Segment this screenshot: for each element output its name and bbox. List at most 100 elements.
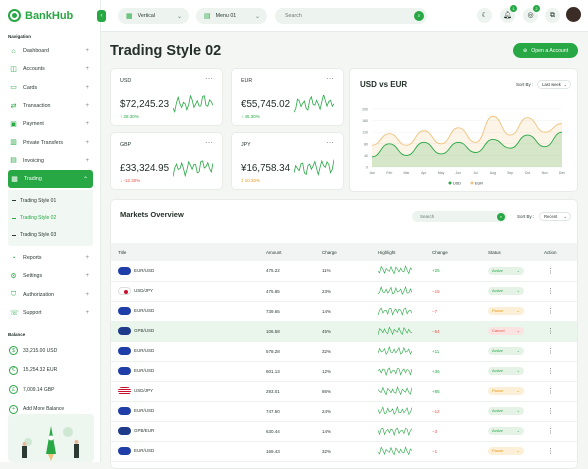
markets-search-input[interactable]: Search ⌕ — [412, 211, 507, 222]
flag-eu-icon — [118, 367, 131, 375]
search-icon[interactable]: ⌕ — [497, 212, 505, 221]
x-tick-label: Jun — [456, 171, 462, 175]
row-actions-icon[interactable]: ⋮ — [537, 281, 577, 301]
sidebar-item-label: Support — [23, 310, 42, 317]
message-icon[interactable]: ◎ 2 — [523, 5, 540, 23]
chevron-down-icon: ⌄ — [516, 428, 520, 433]
table-row[interactable]: EUR/USD 601.13 12% +36 Active ⌄ ⋮ — [111, 361, 577, 381]
sidebar-item-payment[interactable]: ▣ Payment + — [0, 115, 101, 133]
sparkline-icon — [173, 95, 213, 113]
layout-dropdown[interactable]: ▦ Vertical ⌄ — [118, 8, 189, 24]
status-dropdown[interactable]: Active ⌄ — [488, 347, 524, 355]
change-cell: −15 — [432, 288, 440, 294]
user-avatar[interactable] — [566, 7, 581, 22]
status-dropdown[interactable]: Active ⌄ — [488, 287, 524, 295]
status-dropdown[interactable]: Active ⌄ — [488, 266, 524, 275]
markets-sort-dropdown[interactable]: Recent ⌄ — [539, 212, 571, 221]
sidebar-item-settings[interactable]: ⚙ Settings + — [0, 267, 101, 285]
status-dropdown[interactable]: Pause ⌄ — [488, 447, 524, 455]
status-badge: Active — [492, 428, 503, 433]
balance-item[interactable]: $33,215.00 USD — [0, 341, 101, 361]
table-row[interactable]: GPB/EUR 630.44 14% −3 Active ⌄ ⋮ — [111, 421, 577, 441]
sidebar-item-transaction[interactable]: ⇄ Transaction + — [0, 97, 101, 115]
table-row[interactable]: EUR/USD 739.65 14% −7 Pause ⌄ ⋮ — [111, 301, 577, 321]
sidebar-item-cards[interactable]: ▭ Cards + — [0, 79, 101, 97]
status-badge: Active — [492, 348, 503, 353]
status-cell: Active ⌄ — [481, 261, 537, 281]
sidebar-item-trading[interactable]: ▦ Trading ⌃ — [8, 170, 93, 189]
status-dropdown[interactable]: Active ⌄ — [488, 407, 524, 415]
sidebar-item-reports[interactable]: ◔ Reports + — [0, 249, 101, 267]
top-search-input[interactable]: Search ⌕ — [275, 8, 427, 24]
row-actions-icon[interactable]: ⋮ — [537, 401, 577, 421]
sidebar-collapse-button[interactable]: ‹ — [97, 10, 106, 22]
row-actions-icon[interactable]: ⋮ — [537, 381, 577, 401]
charge-cell: 23% — [322, 288, 332, 294]
highlight-cell — [371, 321, 425, 341]
row-actions-icon[interactable]: ⋮ — [537, 421, 577, 441]
sidebar-item-support[interactable]: ☏ Support + — [0, 304, 101, 322]
x-tick-label: Dec — [559, 171, 565, 175]
status-badge: Pause — [492, 388, 504, 393]
notification-bell-icon[interactable]: 🔔︎ 1 — [500, 5, 517, 23]
status-badge: Cancel — [492, 328, 505, 333]
status-dropdown[interactable]: Pause ⌄ — [488, 387, 524, 395]
row-actions-icon[interactable]: ⋮ — [537, 321, 577, 341]
brand-logo[interactable]: BankHub — [8, 9, 73, 22]
menu-dropdown[interactable]: ▤ Menu 01 ⌄ — [196, 8, 267, 24]
column-header: Status — [488, 249, 501, 255]
row-actions-icon[interactable]: ⋮ — [537, 361, 577, 381]
row-actions-icon[interactable]: ⋮ — [537, 341, 577, 361]
sidebar-subitem-trading-style[interactable]: Trading Style 01 — [8, 192, 93, 209]
table-row[interactable]: EUR/USD 747.50 24% −12 Active ⌄ ⋮ — [111, 401, 577, 421]
sidebar-subitem-label: Trading Style 01 — [20, 197, 57, 204]
status-badge: Pause — [492, 308, 504, 313]
table-row[interactable]: EUR/USD 169.43 32% −1 Pause ⌄ ⋮ — [111, 441, 577, 461]
sidebar-item-label: Authorization — [23, 291, 54, 298]
table-row[interactable]: EUR/USD 475.22 11% +25 Active ⌄ ⋮ — [111, 261, 577, 281]
sidebar-subitem-trading-style[interactable]: Trading Style 02 — [8, 209, 93, 226]
sidebar-item-dashboard[interactable]: ⌂ Dashboard + — [0, 42, 101, 60]
status-badge: Active — [492, 408, 503, 413]
table-row[interactable]: GPB/USD 106.58 45% −54 Cancel ⌄ ⋮ — [111, 321, 577, 341]
sidebar-item-authorization[interactable]: ⛉ Authorization + — [0, 286, 101, 304]
open-account-button[interactable]: ⊕ Open a Account — [513, 43, 578, 58]
sidebar-subitem-trading-style[interactable]: Trading Style 03 — [8, 227, 93, 244]
more-options-icon[interactable]: ··· — [205, 138, 213, 147]
table-row[interactable]: USD/JPY 475.85 23% −15 Active ⌄ ⋮ — [111, 281, 577, 301]
balance-item[interactable]: £7,009.14 GBP — [0, 380, 101, 400]
more-options-icon[interactable]: ··· — [326, 74, 334, 83]
sidebar-item-private-transfers[interactable]: ▥ Private Transfers + — [0, 133, 101, 151]
table-row[interactable]: USD/JPY 293.01 86% +85 Pause ⌄ ⋮ — [111, 381, 577, 401]
highlight-cell — [371, 281, 425, 301]
sidebar-item-accounts[interactable]: ◫ Accounts + — [0, 60, 101, 78]
sidebar-subitem-label: Trading Style 02 — [20, 215, 57, 222]
row-actions-icon[interactable]: ⋮ — [537, 441, 577, 461]
highlight-cell — [371, 301, 425, 321]
status-dropdown[interactable]: Active ⌄ — [488, 367, 524, 375]
trading-submenu: Trading Style 01 Trading Style 02 Trading … — [8, 190, 93, 247]
theme-toggle-icon[interactable]: ☾ — [477, 8, 492, 23]
market-pair: EUR/USD — [134, 348, 155, 354]
x-tick-label: Oct — [525, 171, 530, 175]
status-dropdown[interactable]: Pause ⌄ — [488, 307, 524, 315]
market-pair: EUR/USD — [134, 368, 155, 374]
search-icon[interactable]: ⌕ — [414, 11, 424, 21]
balance-item[interactable]: €15,254.32 EUR — [0, 361, 101, 381]
highlight-cell — [371, 421, 425, 441]
row-actions-icon[interactable]: ⋮ — [537, 261, 577, 281]
row-actions-icon[interactable]: ⋮ — [537, 301, 577, 321]
currency-card-usd: USD ··· $72,245.23 ↑ 28.30% — [110, 68, 223, 126]
market-pair: EUR/USD — [134, 408, 155, 414]
translate-icon[interactable]: ⧉ — [545, 8, 560, 23]
balance-title: Balance — [8, 332, 26, 337]
more-options-icon[interactable]: ··· — [326, 138, 334, 147]
status-dropdown[interactable]: Cancel ⌄ — [488, 327, 524, 335]
status-cell: Active ⌄ — [481, 361, 537, 381]
table-row[interactable]: EUR/USD 578.28 32% +11 Active ⌄ ⋮ — [111, 341, 577, 361]
x-tick-label: Jul — [473, 171, 478, 175]
status-dropdown[interactable]: Active ⌄ — [488, 427, 524, 435]
table-header-row: Title Amount Charge Highlight Change Status Ac… — [111, 243, 577, 261]
more-options-icon[interactable]: ··· — [205, 74, 213, 83]
sidebar-item-invoicing[interactable]: ▤ Invoicing + — [0, 152, 101, 170]
